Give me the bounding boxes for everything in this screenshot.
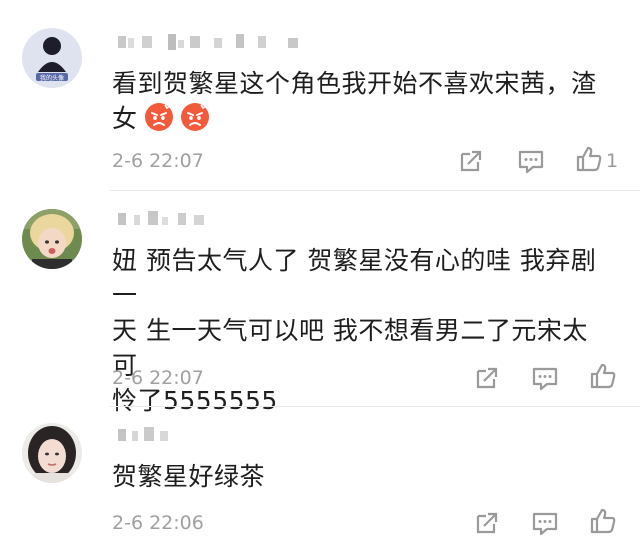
comment-icon[interactable] — [530, 363, 560, 393]
username-blurred[interactable] — [118, 209, 318, 231]
blurred-username-icon — [118, 34, 298, 50]
angry-face-emoji-icon — [144, 103, 173, 131]
comment-text-line: 妞 预告太气人了 贺繁星没有心的哇 我弃剧一 — [112, 246, 597, 310]
comment-item: 妞 预告太气人了 贺繁星没有心的哇 我弃剧一 天 生一天气可以吧 我不想看男二了… — [0, 191, 640, 415]
thumbs-up-icon[interactable] — [588, 361, 618, 391]
share-icon[interactable] — [456, 146, 486, 176]
comment-item: 我的头像 看到贺繁星这个角色我开始不喜欢宋茜，渣 女 2-6 22:07 1 — [0, 0, 640, 190]
avatar-girl-photo-icon — [22, 423, 82, 483]
comment-text-fragment: 女 — [112, 104, 138, 133]
avatar-blonde-person-icon — [22, 209, 82, 269]
username-blurred[interactable] — [118, 32, 318, 54]
like-count: 1 — [606, 150, 619, 172]
angry-face-emoji-icon — [180, 103, 209, 131]
comment-text: 贺繁星好绿茶 — [112, 459, 612, 494]
avatar[interactable] — [22, 423, 82, 483]
comment-time: 2-6 22:07 — [112, 367, 204, 389]
comment-text-line: 女 — [112, 101, 612, 136]
blurred-username-icon — [118, 211, 204, 225]
avatar[interactable] — [22, 209, 82, 269]
svg-text:我的头像: 我的头像 — [40, 74, 64, 82]
thumbs-up-icon[interactable] — [574, 144, 604, 174]
comment-text: 看到贺繁星这个角色我开始不喜欢宋茜，渣 女 — [112, 66, 612, 136]
thumbs-up-icon[interactable] — [588, 506, 618, 536]
share-icon[interactable] — [472, 363, 502, 393]
comment-text-line: 贺繁星好绿茶 — [112, 462, 266, 491]
avatar[interactable]: 我的头像 — [22, 28, 82, 88]
comment-icon[interactable] — [530, 508, 560, 538]
comment-item: 贺繁星好绿茶 2-6 22:06 — [0, 407, 640, 546]
comment-text-line: 看到贺繁星这个角色我开始不喜欢宋茜，渣 — [112, 69, 597, 98]
comment-time: 2-6 22:06 — [112, 512, 204, 534]
username-blurred[interactable] — [118, 425, 318, 447]
avatar-fan-illustration-icon: 我的头像 — [22, 28, 82, 88]
blurred-username-icon — [118, 427, 168, 441]
share-icon[interactable] — [472, 508, 502, 538]
comment-time: 2-6 22:07 — [112, 150, 204, 172]
comment-icon[interactable] — [516, 146, 546, 176]
